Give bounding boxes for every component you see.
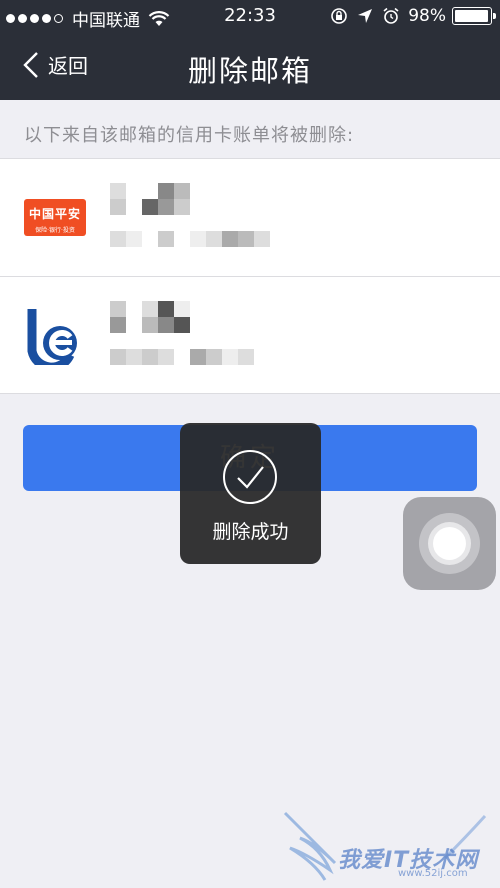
mosaic-pixel [142, 301, 158, 317]
battery-percent: 98% [408, 6, 446, 26]
mosaic-pixel [110, 183, 126, 199]
mosaic-pixel [206, 349, 222, 365]
mosaic-pixel [158, 301, 174, 317]
mosaic-pixel [142, 317, 158, 333]
mosaic-pixel [174, 301, 190, 317]
rotation-lock-icon [331, 8, 348, 24]
mosaic-pixel [238, 231, 254, 247]
alarm-icon [383, 7, 399, 24]
assistive-touch-ring [433, 527, 466, 560]
mosaic-pixel [110, 317, 126, 333]
mosaic-pixel [158, 349, 174, 365]
mosaic-pixel [174, 317, 190, 333]
mosaic-pixel [190, 231, 206, 247]
section-label: 以下来自该邮箱的信用卡账单将被删除: [24, 125, 355, 146]
mosaic-pixel [222, 349, 238, 365]
watermark-subtext: www.52ij.com [398, 868, 468, 879]
mosaic-pixel [110, 301, 126, 317]
mosaic-pixel [142, 199, 158, 215]
nav-bar: 返回 删除邮箱 [0, 34, 500, 100]
mosaic-pixel [254, 231, 270, 247]
mosaic-pixel [126, 231, 142, 247]
battery-level [455, 10, 489, 22]
ping-an-logo: 中国平安 保险·银行·投资 [24, 199, 86, 236]
status-bar: 中国联通 22:33 98% [0, 0, 500, 34]
mosaic-pixel [238, 349, 254, 365]
mosaic-pixel [158, 199, 174, 215]
mosaic-pixel [158, 231, 174, 247]
ping-an-logo-text: 中国平安 [28, 207, 81, 221]
toast-message: 删除成功 [212, 521, 289, 543]
mosaic-pixel [142, 349, 158, 365]
assistive-touch-icon[interactable] [403, 497, 496, 590]
check-circle-icon [223, 450, 277, 504]
mosaic-pixel [206, 231, 222, 247]
list-item [0, 276, 500, 393]
location-icon [358, 9, 373, 23]
list-item: 中国平安 保险·银行·投资 [0, 159, 500, 276]
mosaic-pixel [110, 199, 126, 215]
cmb-logo [27, 309, 77, 365]
mosaic-pixel [222, 231, 238, 247]
watermark: 我爱IT技术网 www.52ij.com [280, 808, 490, 883]
mosaic-pixel [174, 183, 190, 199]
ping-an-logo-subtext: 保险·银行·投资 [35, 227, 75, 234]
success-toast: 删除成功 [180, 423, 321, 564]
mosaic-pixel [174, 199, 190, 215]
mosaic-pixel [110, 349, 126, 365]
status-right: 98% [330, 6, 496, 26]
mosaic-pixel [126, 349, 142, 365]
page-title: 删除邮箱 [187, 54, 312, 88]
mosaic-pixel [110, 231, 126, 247]
mosaic-pixel [158, 317, 174, 333]
card-list: 中国平安 保险·银行·投资 [0, 158, 500, 394]
battery-icon [452, 7, 496, 25]
assistive-touch-ring [419, 513, 480, 574]
assistive-touch-ring [428, 522, 471, 565]
mosaic-pixel [190, 349, 206, 365]
mosaic-pixel [158, 183, 174, 199]
